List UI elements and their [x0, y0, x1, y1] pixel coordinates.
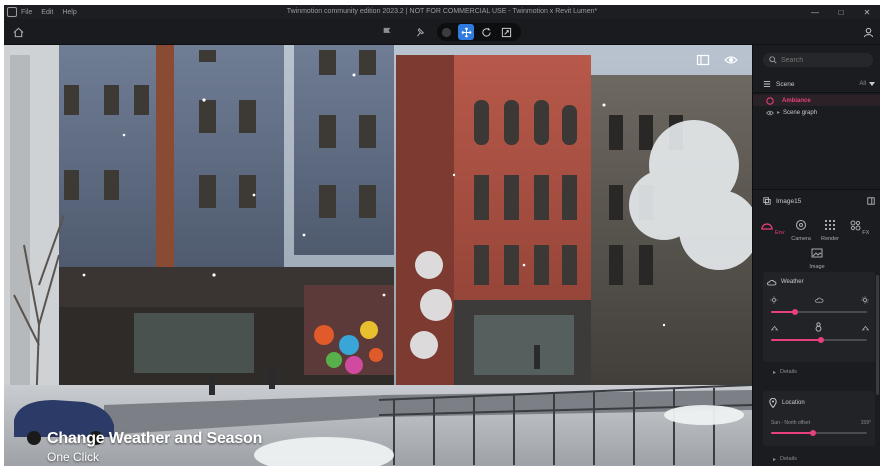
sphere-icon [441, 27, 451, 37]
env-icon [761, 223, 774, 230]
north-offset-row: Sun - North offset 159° [763, 419, 875, 427]
season-slider-fill [771, 339, 821, 341]
scene-header[interactable]: Scene All [753, 78, 880, 90]
3d-viewport[interactable]: Change Weather and Season One Click [4, 45, 752, 466]
chevron-right-icon: ▸ [773, 369, 777, 376]
weather-slider-thumb[interactable] [792, 309, 798, 315]
viewport-layout-button[interactable] [696, 53, 710, 67]
location-pin-icon [769, 398, 777, 408]
location-header: Location [763, 397, 875, 409]
app-window: File Edit Help Twinmotion community edit… [4, 5, 880, 466]
sunny-icon [861, 296, 869, 304]
caption-subtitle: One Click [47, 450, 100, 464]
window-title: Twinmotion community edition 2023.2 | NO… [286, 8, 598, 15]
fx-icon [850, 220, 861, 231]
search-input[interactable] [781, 56, 871, 64]
ambiance-label: Ambiance [782, 97, 811, 104]
season-slider-thumb[interactable] [817, 337, 824, 343]
location-details-toggle[interactable]: ▸ Details [753, 454, 880, 464]
autumn-icon [861, 325, 870, 331]
weather-label: Weather [781, 279, 804, 285]
list-icon [763, 81, 771, 87]
move-icon [461, 27, 471, 37]
north-offset-slider-thumb[interactable] [810, 430, 817, 436]
details-label-2: Details [780, 456, 797, 462]
search-box[interactable] [763, 53, 873, 67]
scene-render [4, 45, 752, 466]
home-icon [13, 27, 23, 37]
menu-file[interactable]: File [21, 9, 32, 16]
minimize-button[interactable]: — [802, 5, 828, 19]
right-panel: Scene All Ambiance ▸ Scene graph Image15… [752, 45, 880, 466]
rotate-icon [481, 27, 491, 37]
image-icon [811, 248, 823, 258]
weather-icon [767, 279, 777, 285]
search-icon [769, 56, 777, 64]
render-icon [825, 220, 835, 230]
tab-render[interactable]: Render [816, 219, 844, 242]
layout-icon [696, 54, 710, 66]
menu-edit[interactable]: Edit [41, 9, 53, 16]
home-button[interactable] [10, 24, 26, 40]
scale-tool-button[interactable] [498, 24, 514, 40]
chevron-right-icon: ▸ [773, 456, 777, 463]
layers-icon [763, 197, 771, 205]
sphere-tool-button[interactable] [438, 24, 454, 40]
weather-slider[interactable] [771, 309, 867, 315]
weather-details-toggle[interactable]: ▸ Details [753, 367, 880, 377]
caption-title: Change Weather and Season [47, 430, 263, 447]
details-label: Details [780, 369, 797, 375]
north-offset-slider[interactable] [771, 430, 867, 436]
panel-scrollbar[interactable] [876, 275, 879, 395]
viewport-visibility-button[interactable] [724, 53, 738, 67]
scale-icon [501, 27, 511, 37]
eye-icon [724, 56, 738, 64]
panel-toggle-icon[interactable] [867, 197, 875, 205]
user-button[interactable] [860, 24, 876, 40]
image-label: Image15 [776, 197, 802, 205]
move-tool-button[interactable] [458, 24, 474, 40]
location-section: Location Sun - North offset 159° [763, 391, 875, 446]
tab-camera[interactable]: Camera [787, 219, 815, 242]
image-header: Image15 [753, 195, 880, 207]
tab-env[interactable]: Env [759, 219, 787, 236]
window-controls: — □ ✕ [802, 5, 880, 19]
scene-item-scene-graph[interactable]: ▸ Scene graph [753, 107, 880, 118]
location-label: Location [782, 400, 805, 406]
weather-section: Weather [763, 272, 875, 362]
north-offset-value: 159° [860, 420, 871, 426]
main-toolbar [4, 19, 880, 45]
scene-item-ambiance[interactable]: Ambiance [753, 95, 880, 106]
chevron-right-icon: ▸ [777, 110, 781, 116]
camera-icon [795, 219, 807, 231]
scene-graph-label: Scene graph [783, 109, 818, 116]
eye-icon[interactable] [766, 110, 774, 116]
title-bar: File Edit Help Twinmotion community edit… [4, 5, 880, 19]
scene-label: Scene [776, 80, 795, 88]
menu-help[interactable]: Help [62, 9, 76, 16]
chevron-down-icon [869, 82, 875, 86]
flag-icon [383, 27, 391, 37]
season-slider[interactable] [771, 337, 867, 343]
pin-tool-button[interactable] [412, 24, 428, 40]
summer-icon [770, 325, 779, 331]
ambiance-icon [766, 96, 774, 105]
north-offset-label: Sun - North offset [771, 420, 811, 426]
app-logo-icon [7, 7, 17, 17]
property-tabs: Env Camera Render FX Image [753, 219, 880, 271]
close-button[interactable]: ✕ [854, 5, 880, 19]
scene-filter-select[interactable]: All [859, 81, 866, 87]
cloudy-icon [815, 297, 824, 303]
flag-tool-button[interactable] [379, 24, 395, 40]
tab-fx[interactable]: FX [845, 219, 873, 236]
rotate-tool-button[interactable] [478, 24, 494, 40]
weather-header: Weather [763, 276, 875, 288]
snowman-icon [815, 322, 822, 332]
pin-icon [417, 27, 425, 37]
clear-sky-icon [770, 296, 778, 304]
user-icon [863, 27, 873, 37]
maximize-button[interactable]: □ [828, 5, 854, 19]
north-offset-slider-fill [771, 432, 814, 434]
tab-image[interactable]: Image [803, 247, 831, 270]
